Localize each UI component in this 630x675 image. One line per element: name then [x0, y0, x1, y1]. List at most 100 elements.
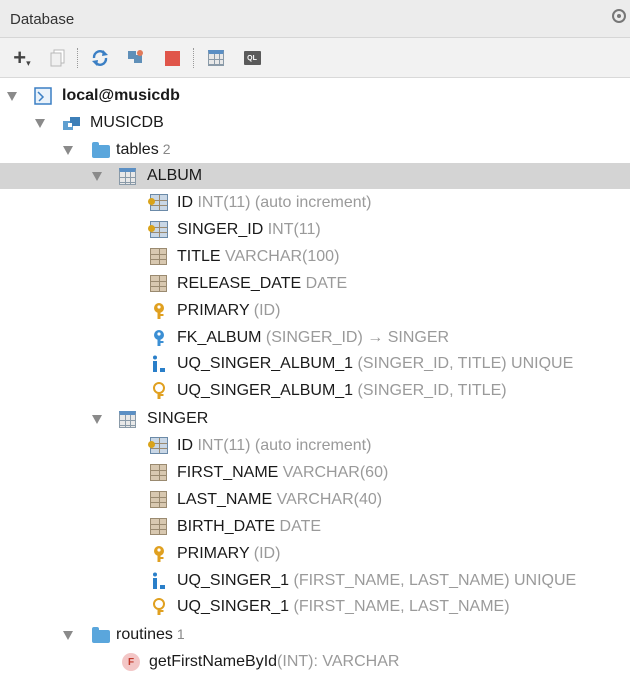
tree-node-routines-folder[interactable]: routines 1 [0, 622, 630, 648]
tree-node-datasource[interactable]: local@musicdb [0, 83, 630, 109]
item-meta: (FIRST_NAME, LAST_NAME) UNIQUE [289, 571, 577, 589]
expand-arrow-icon[interactable] [35, 119, 45, 128]
table-icon [119, 168, 136, 185]
tree-node-column[interactable]: BIRTH_DATE DATE [0, 514, 630, 540]
routines-count: 1 [176, 626, 185, 642]
tree-node-routine[interactable]: F getFirstNameById(INT): VARCHAR [0, 649, 630, 675]
item-name: ID [177, 194, 193, 211]
item-meta: (FIRST_NAME, LAST_NAME) [289, 598, 510, 616]
item-name: UQ_SINGER_1 [177, 571, 290, 589]
item-name: TITLE [177, 247, 221, 265]
column-icon [150, 274, 168, 293]
tree-node-table-singer[interactable]: SINGER [0, 406, 630, 432]
unique-key-icon [150, 382, 168, 400]
item-name: UQ_SINGER_ALBUM_1 [177, 355, 354, 373]
tree-node-primary-key[interactable]: PRIMARY (ID) [0, 298, 630, 324]
item-meta: INT(11) [263, 220, 321, 238]
tree-node-column[interactable]: LAST_NAME VARCHAR(40) [0, 487, 630, 513]
item-meta: (SINGER_ID, TITLE) UNIQUE [353, 355, 574, 373]
folder-icon [92, 627, 110, 643]
column-icon [150, 517, 168, 536]
gear-icon[interactable] [612, 9, 626, 23]
tables-folder-label: tables [116, 141, 159, 158]
primary-key-icon [150, 302, 168, 320]
datasource-label: local@musicdb [62, 87, 180, 104]
item-meta: INT(11) (auto increment) [193, 437, 372, 454]
tree-node-unique-key[interactable]: UQ_SINGER_1 (FIRST_NAME, LAST_NAME) [0, 594, 630, 620]
expand-arrow-icon[interactable] [7, 92, 17, 101]
item-name: PRIMARY [177, 301, 250, 319]
console-icon[interactable]: QL [242, 49, 262, 67]
primary-key-icon [150, 545, 168, 563]
item-name: ID [177, 437, 193, 454]
item-meta: VARCHAR(60) [278, 463, 389, 481]
tree-node-key-column[interactable]: ID INT(11) (auto increment) [0, 433, 630, 459]
panel-header: Database [0, 0, 630, 38]
tree-node-table-album[interactable]: ALBUM [0, 163, 630, 189]
item-name: FIRST_NAME [177, 463, 279, 481]
stop-icon[interactable] [162, 49, 182, 67]
tree-node-unique-key[interactable]: UQ_SINGER_ALBUM_1 (SINGER_ID, TITLE) [0, 378, 630, 404]
routine-name: getFirstNameById [149, 653, 278, 670]
expand-arrow-icon[interactable] [92, 415, 102, 424]
column-icon [150, 463, 168, 482]
tables-count: 2 [162, 141, 171, 157]
schema-icon [62, 114, 80, 132]
routine-signature: (INT): VARCHAR [277, 653, 400, 670]
key-column-icon [148, 220, 168, 239]
item-name: FK_ALBUM [177, 328, 262, 346]
add-icon[interactable]: + ▾ [12, 47, 32, 69]
datasource-icon [34, 87, 52, 105]
foreign-key-icon [150, 329, 168, 347]
tree-node-column[interactable]: FIRST_NAME VARCHAR(60) [0, 460, 630, 486]
schema-label: MUSICDB [90, 114, 164, 131]
item-name: UQ_SINGER_ALBUM_1 [177, 382, 354, 400]
table-view-icon[interactable] [206, 49, 226, 67]
item-meta: (SINGER_ID, TITLE) [353, 382, 507, 400]
function-icon: F [122, 653, 140, 671]
tree-node-column[interactable]: TITLE VARCHAR(100) [0, 244, 630, 270]
item-meta: INT(11) (auto increment) [193, 194, 372, 211]
item-name: PRIMARY [177, 544, 250, 562]
tree-node-tables-folder[interactable]: tables 2 [0, 137, 630, 163]
tree-node-column[interactable]: RELEASE_DATE DATE [0, 271, 630, 297]
key-column-icon [148, 194, 168, 212]
item-name: SINGER_ID [177, 220, 264, 238]
item-meta: (ID) [249, 301, 281, 319]
routines-folder-label: routines [116, 626, 173, 643]
tree-node-index[interactable]: UQ_SINGER_1 (FIRST_NAME, LAST_NAME) UNIQ… [0, 568, 630, 594]
item-meta: (ID) [249, 544, 281, 562]
expand-arrow-icon[interactable] [63, 146, 73, 155]
table-label: ALBUM [147, 167, 203, 184]
item-meta: (SINGER_ID) → SINGER [261, 328, 450, 346]
synchronize-icon[interactable] [126, 49, 146, 67]
item-meta: VARCHAR(40) [272, 490, 383, 508]
item-name: LAST_NAME [177, 490, 273, 508]
tree-node-schema[interactable]: MUSICDB [0, 110, 630, 136]
tree-node-foreign-key[interactable]: FK_ALBUM (SINGER_ID) → SINGER [0, 325, 630, 351]
expand-arrow-icon[interactable] [63, 631, 73, 640]
tree-node-key-column[interactable]: SINGER_ID INT(11) [0, 217, 630, 243]
item-name: UQ_SINGER_1 [177, 598, 290, 616]
item-name: RELEASE_DATE [177, 274, 302, 292]
index-icon [150, 572, 168, 590]
item-name: BIRTH_DATE [177, 517, 276, 535]
refresh-icon[interactable] [90, 49, 110, 67]
table-label: SINGER [147, 410, 209, 427]
toolbar: + ▾ QL [0, 38, 630, 78]
item-meta: DATE [301, 274, 348, 292]
tree-node-primary-key[interactable]: PRIMARY (ID) [0, 541, 630, 567]
tree-node-key-column[interactable]: ID INT(11) (auto increment) [0, 190, 630, 216]
expand-arrow-icon[interactable] [92, 172, 102, 181]
tree-node-index[interactable]: UQ_SINGER_ALBUM_1 (SINGER_ID, TITLE) UNI… [0, 351, 630, 377]
unique-key-icon [150, 598, 168, 616]
key-column-icon [148, 437, 168, 455]
table-icon [119, 411, 136, 428]
duplicate-icon[interactable] [48, 49, 68, 67]
folder-icon [92, 142, 110, 158]
column-icon [150, 247, 168, 266]
column-icon [150, 490, 168, 509]
item-meta: DATE [275, 517, 322, 535]
toolbar-separator [77, 48, 78, 68]
toolbar-separator [193, 48, 194, 68]
